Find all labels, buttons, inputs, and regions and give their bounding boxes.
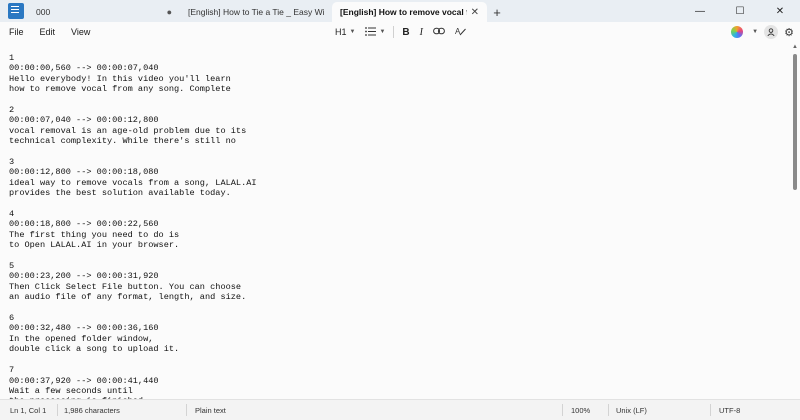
subtitle-line: The first thing you need to do is	[9, 229, 180, 240]
heading-label: H1	[335, 27, 347, 37]
status-divider	[710, 404, 711, 416]
subtitle-index: 3	[9, 157, 15, 168]
list-icon	[365, 26, 377, 38]
subtitle-index: 2	[9, 105, 15, 116]
subtitle-timestamp: 00:00:00,560 --> 00:00:07,040	[9, 63, 159, 74]
subtitle-block: 2 00:00:07,040 --> 00:00:12,800 vocal remo…	[9, 105, 257, 147]
scroll-up-icon[interactable]: ▲	[792, 44, 798, 50]
heading-dropdown[interactable]: H1 ▼	[330, 23, 360, 41]
window-controls: — ☐ ✕	[680, 0, 800, 22]
status-divider	[608, 404, 609, 416]
subtitle-index: 4	[9, 209, 15, 220]
tab-how-to-remove-vocal[interactable]: [English] How to remove vocal from any s…	[332, 2, 487, 22]
menu-bar: File Edit View H1 ▼ ▼ B I A ▼ ⚙	[0, 22, 800, 42]
subtitle-line: to Open LALAL.AI in your browser.	[9, 240, 180, 251]
subtitle-index: 7	[9, 365, 15, 376]
subtitle-block: 1 00:00:00,560 --> 00:00:07,040 Hello ever…	[9, 53, 257, 95]
link-button[interactable]	[428, 23, 450, 41]
minimize-button[interactable]: —	[680, 0, 720, 22]
subtitle-block: 7 00:00:37,920 --> 00:00:41,440 Wait a few…	[9, 365, 257, 399]
unsaved-dot-icon: ●	[166, 7, 172, 17]
subtitle-block: 4 00:00:18,800 --> 00:00:22,560 The first …	[9, 209, 257, 251]
subtitle-timestamp: 00:00:23,200 --> 00:00:31,920	[9, 271, 159, 282]
status-divider	[562, 404, 563, 416]
subtitle-timestamp: 00:00:18,800 --> 00:00:22,560	[9, 219, 159, 230]
tab-title: [English] How to remove vocal from any s…	[340, 7, 467, 17]
notepad-app-icon	[8, 3, 24, 19]
close-window-button[interactable]: ✕	[760, 0, 800, 22]
subtitle-line: how to remove vocal from any song. Compl…	[9, 84, 231, 95]
document-text[interactable]: 1 00:00:00,560 --> 00:00:07,040 Hello ever…	[9, 53, 257, 399]
right-tools: ▼ ⚙	[731, 22, 794, 42]
line-ending[interactable]: Unix (LF)	[616, 406, 647, 415]
menu-file[interactable]: File	[0, 27, 32, 37]
subtitle-timestamp: 00:00:32,480 --> 00:00:36,160	[9, 323, 159, 334]
subtitle-line: Wait a few seconds until	[9, 385, 133, 396]
link-icon	[433, 27, 445, 37]
account-avatar-icon[interactable]	[764, 25, 779, 39]
subtitle-line: double click a song to upload it.	[9, 344, 180, 355]
close-tab-icon[interactable]: ✕	[471, 7, 479, 18]
notepad-window: 000 ● [English] How to Tie a Tie _ Easy …	[0, 0, 800, 420]
scrollbar-thumb[interactable]	[793, 54, 797, 190]
subtitle-index: 5	[9, 261, 15, 272]
subtitle-line: vocal removal is an age-old problem due …	[9, 125, 247, 136]
subtitle-block: 6 00:00:32,480 --> 00:00:36,160 In the ope…	[9, 313, 257, 355]
subtitle-timestamp: 00:00:12,800 --> 00:00:18,080	[9, 167, 159, 178]
formatting-toolbar: H1 ▼ ▼ B I A	[330, 22, 471, 42]
status-bar: Ln 1, Col 1 1,986 characters Plain text …	[0, 399, 800, 420]
subtitle-index: 1	[9, 53, 15, 63]
document-format[interactable]: Plain text	[195, 406, 226, 415]
chevron-down-icon: ▼	[349, 29, 356, 35]
text-editor[interactable]: 1 00:00:00,560 --> 00:00:07,040 Hello ever…	[0, 42, 790, 399]
tab-title: [English] How to Tie a Tie _ Easy Windso…	[188, 7, 324, 17]
zoom-level[interactable]: 100%	[571, 406, 590, 415]
tab-how-to-tie-a-tie[interactable]: [English] How to Tie a Tie _ Easy Windso…	[180, 2, 332, 22]
tab-000[interactable]: 000 ●	[30, 2, 180, 22]
encoding[interactable]: UTF-8	[719, 406, 740, 415]
italic-button[interactable]: I	[415, 23, 428, 41]
subtitle-line: an audio file of any format, length, and…	[9, 292, 247, 303]
tab-bar: 000 ● [English] How to Tie a Tie _ Easy …	[0, 0, 800, 22]
bold-button[interactable]: B	[397, 23, 414, 41]
tab-title: 000	[36, 7, 51, 17]
clear-format-icon: A	[455, 26, 466, 38]
status-divider	[57, 404, 58, 416]
menu-edit[interactable]: Edit	[32, 27, 64, 37]
new-tab-button[interactable]: +	[487, 2, 507, 22]
clear-formatting-button[interactable]: A	[450, 23, 471, 41]
copilot-icon[interactable]	[731, 26, 744, 38]
status-divider	[186, 404, 187, 416]
list-dropdown[interactable]: ▼	[360, 23, 390, 41]
menu-view[interactable]: View	[63, 27, 98, 37]
chevron-down-icon: ▼	[379, 29, 386, 35]
subtitle-line: provides the best solution available tod…	[9, 188, 231, 199]
subtitle-line: Hello everybody! In this video you'll le…	[9, 73, 231, 84]
subtitle-block: 3 00:00:12,800 --> 00:00:18,080 ideal way …	[9, 157, 257, 199]
subtitle-timestamp: 00:00:07,040 --> 00:00:12,800	[9, 115, 159, 126]
subtitle-line: In the opened folder window,	[9, 333, 154, 344]
chevron-down-icon[interactable]: ▼	[752, 29, 758, 35]
vertical-scrollbar[interactable]: ▲	[790, 42, 800, 399]
subtitle-block: 5 00:00:23,200 --> 00:00:31,920 Then Click…	[9, 261, 257, 303]
toolbar-divider	[393, 26, 395, 38]
settings-gear-icon[interactable]: ⚙	[784, 26, 794, 39]
subtitle-index: 6	[9, 313, 15, 324]
cursor-position[interactable]: Ln 1, Col 1	[10, 406, 46, 415]
character-count: 1,986 characters	[64, 406, 120, 415]
subtitle-line: technical complexity. While there's stil…	[9, 136, 236, 147]
subtitle-line: ideal way to remove vocals from a song, …	[9, 177, 257, 188]
subtitle-timestamp: 00:00:37,920 --> 00:00:41,440	[9, 375, 159, 386]
maximize-button[interactable]: ☐	[720, 0, 760, 22]
subtitle-line: Then Click Select File button. You can c…	[9, 281, 242, 292]
